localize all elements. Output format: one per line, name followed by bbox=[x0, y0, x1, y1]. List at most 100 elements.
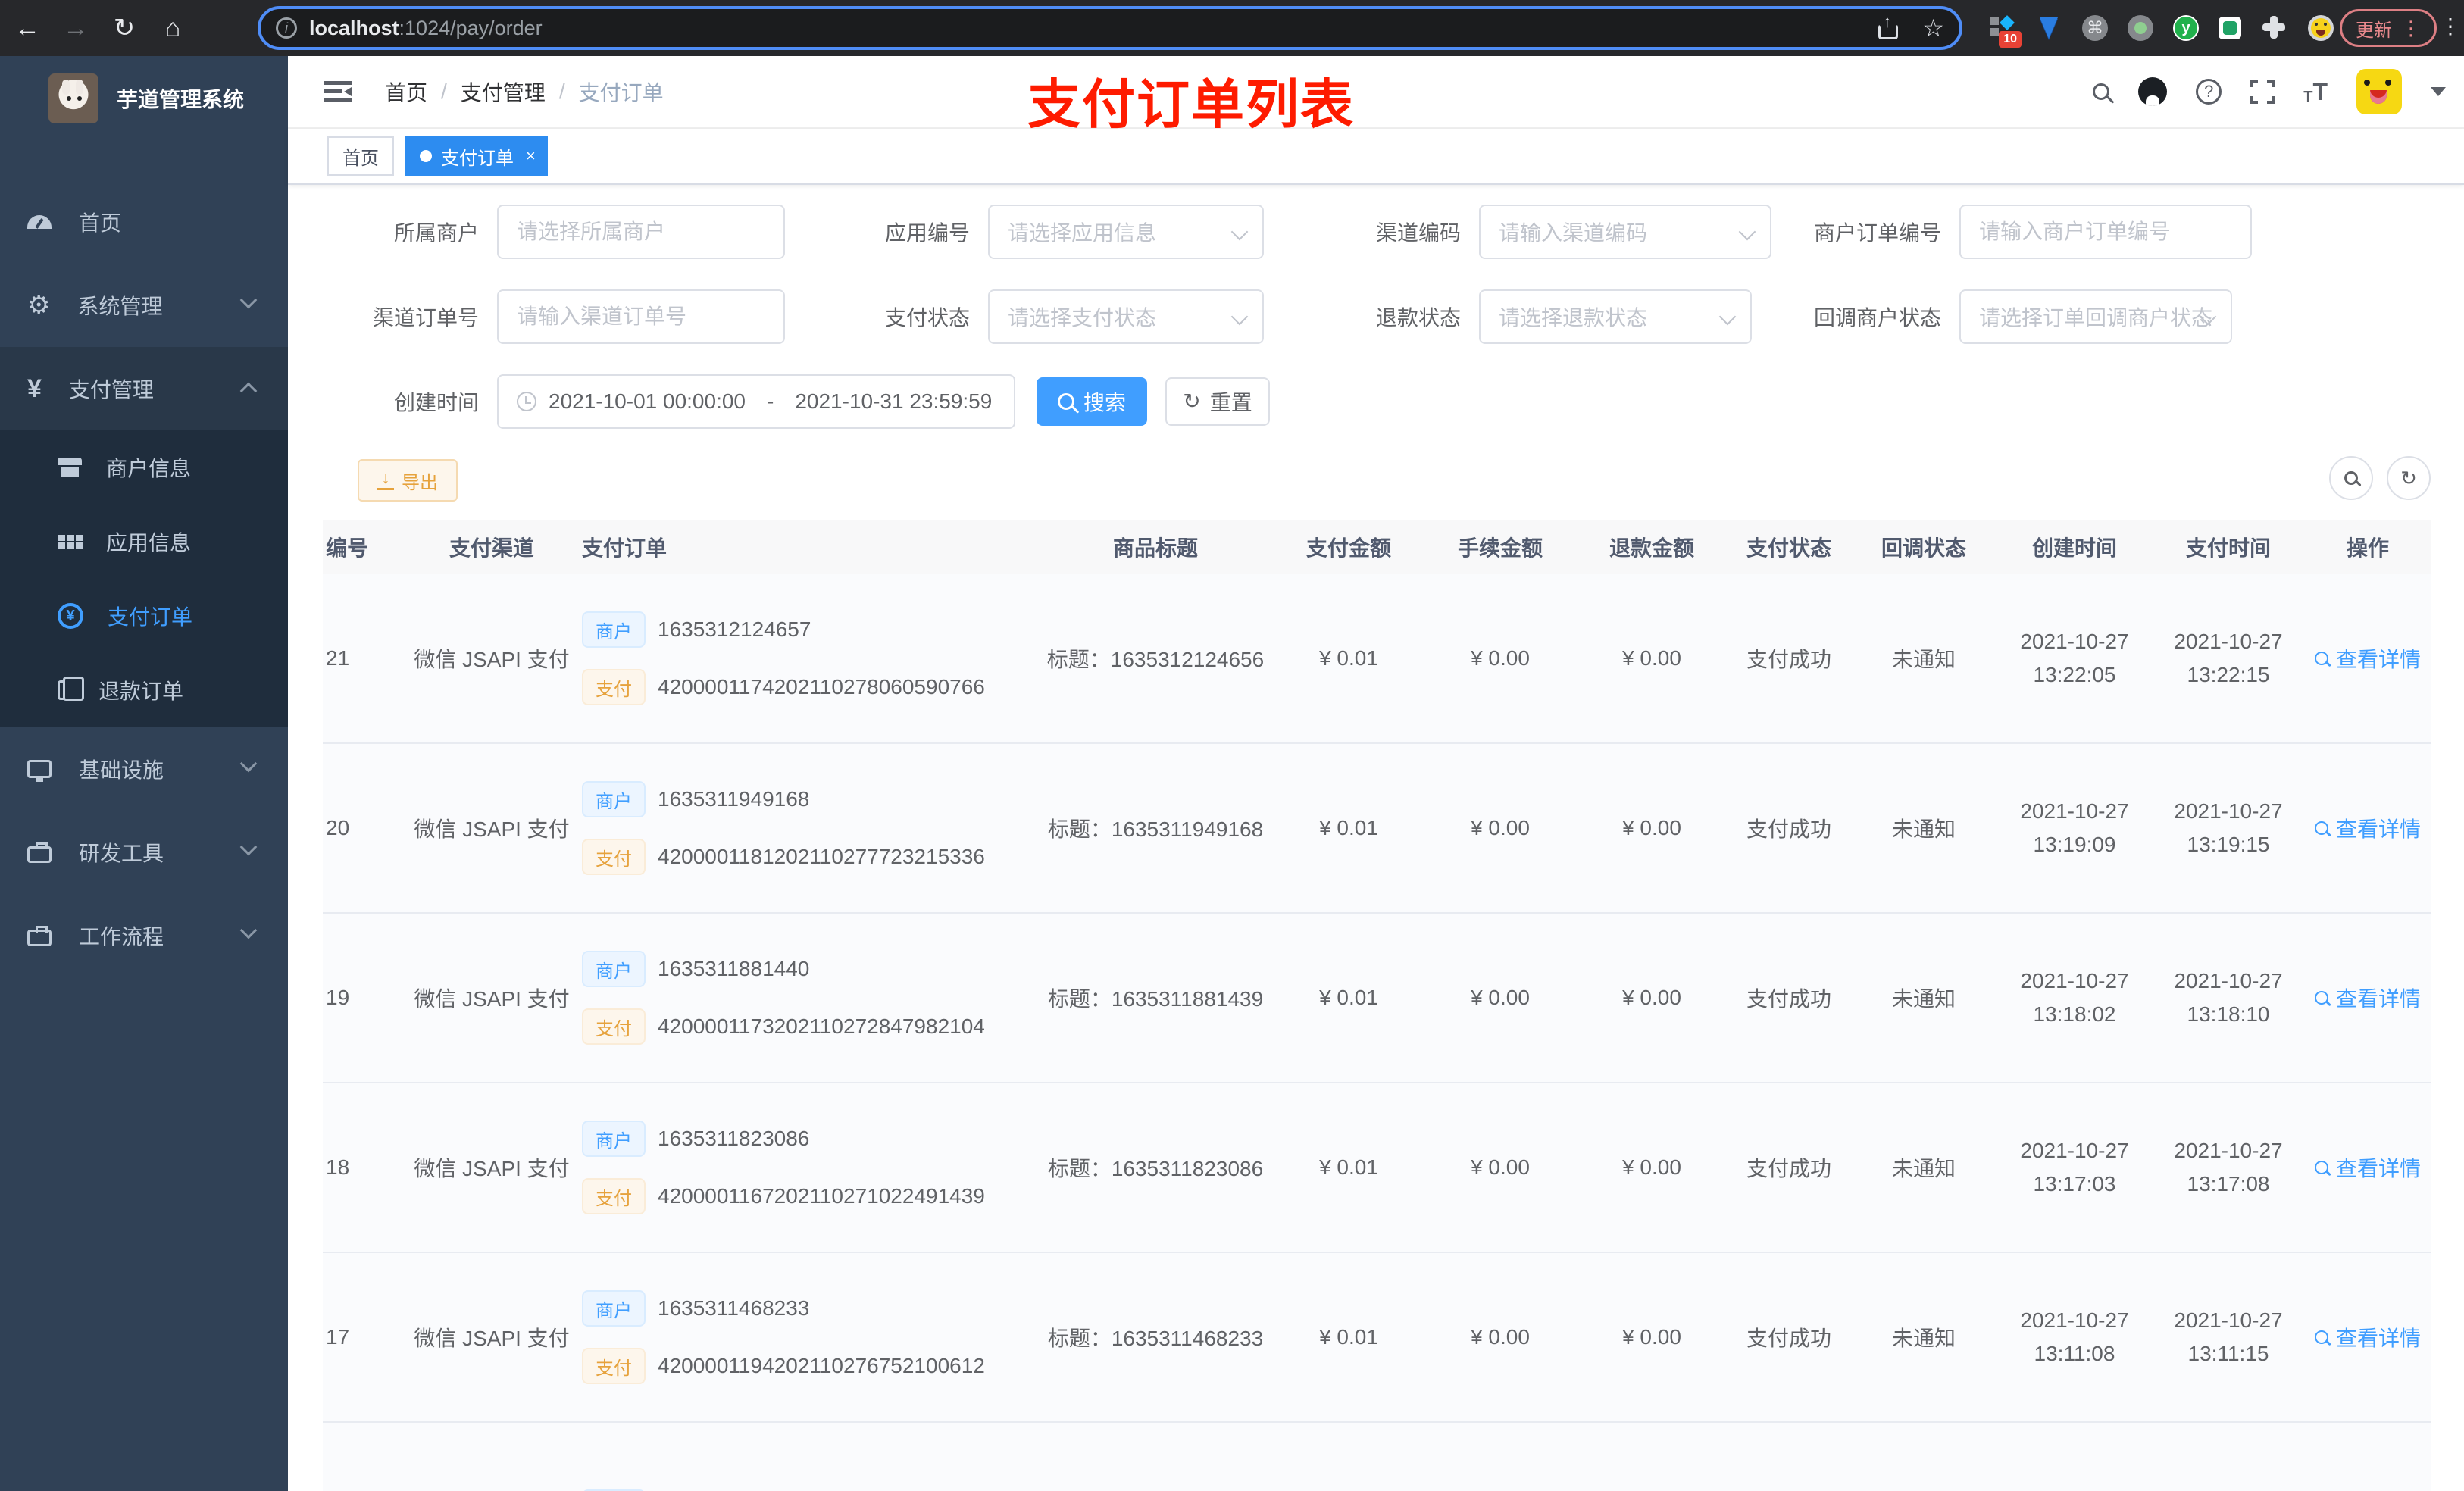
channel-order-no-filter-input[interactable] bbox=[497, 289, 785, 344]
avatar-caret-icon[interactable] bbox=[2431, 87, 2446, 96]
col-fee: 手续金额 bbox=[1457, 536, 1543, 560]
tab-home[interactable]: 首页 bbox=[327, 136, 394, 176]
search-icon[interactable] bbox=[2093, 83, 2110, 100]
tags-view-bar: 首页 支付订单 × bbox=[288, 129, 2464, 185]
cell-action: 查看详情 bbox=[2305, 983, 2431, 1013]
app-logo-bar: 芋道管理系统 bbox=[0, 56, 288, 141]
merchant-order-no-filter-input[interactable] bbox=[1959, 205, 2252, 259]
cell-fee: ¥ 0.00 bbox=[1471, 986, 1530, 1009]
cell-id: 20 bbox=[326, 816, 350, 839]
channel-code-filter-label: 渠道编码 bbox=[1375, 221, 1461, 245]
cell-notify-status: 未通知 bbox=[1891, 987, 1956, 1011]
sidebar-collapse-icon[interactable] bbox=[324, 81, 352, 102]
extension-icon-y[interactable]: y bbox=[2173, 15, 2199, 41]
table-row: 18 微信 JSAPI 支付 商户 1635311823086 支付 4200001… bbox=[323, 1083, 2431, 1253]
cell-amount: ¥ 0.01 bbox=[1319, 646, 1378, 670]
merchant-filter-input[interactable] bbox=[497, 205, 785, 259]
sidebar-item-refund-order[interactable]: 退款订单 bbox=[0, 653, 288, 727]
profile-emoji-icon[interactable] bbox=[2308, 15, 2334, 41]
browser-reload-button[interactable]: ↻ bbox=[103, 7, 145, 49]
col-pay-order: 支付订单 bbox=[582, 536, 668, 560]
view-details-link[interactable]: 查看详情 bbox=[2314, 1322, 2421, 1352]
notify-status-filter-select[interactable]: 请选择订单回调商户状态 bbox=[1959, 289, 2232, 344]
sidebar-item-workflow[interactable]: 工作流程 bbox=[0, 894, 288, 977]
cell-title: 标题：1635311468233 bbox=[1047, 1327, 1264, 1350]
export-button[interactable]: ↓ 导出 bbox=[358, 459, 458, 502]
sidebar-item-app-info[interactable]: 应用信息 bbox=[0, 505, 288, 579]
font-size-icon[interactable]: TT bbox=[2303, 78, 2328, 106]
create-time-filter-label: 创建时间 bbox=[393, 391, 479, 414]
avatar[interactable] bbox=[2356, 69, 2402, 114]
browser-update-button[interactable]: 更新 ⋮ bbox=[2340, 9, 2437, 47]
extensions-puzzle-icon[interactable] bbox=[2261, 14, 2288, 42]
extension-icon-badge[interactable]: 10 bbox=[1988, 14, 2022, 48]
pay-tag: 支付 bbox=[582, 1178, 646, 1214]
app-filter-select[interactable]: 请选择应用信息 bbox=[988, 205, 1264, 259]
date-range-picker[interactable]: 2021-10-01 00:00:00 - 2021-10-31 23:59:5… bbox=[497, 374, 1015, 429]
address-bar[interactable]: i localhost:1024/pay/order ↑ ☆ bbox=[258, 6, 1962, 50]
sidebar-item-payment[interactable]: ¥ 支付管理 bbox=[0, 347, 288, 430]
download-icon: ↓ bbox=[377, 470, 394, 490]
cell-channel: 微信 JSAPI 支付 bbox=[414, 987, 570, 1011]
sidebar-item-dev-tools[interactable]: 研发工具 bbox=[0, 811, 288, 894]
breadcrumb-home[interactable]: 首页 bbox=[385, 77, 427, 107]
col-channel: 支付渠道 bbox=[449, 536, 534, 560]
share-icon[interactable]: ↑ bbox=[1878, 14, 1899, 39]
payment-submenu: 商户信息 应用信息 ¥ 支付订单 退款订单 bbox=[0, 430, 288, 727]
extension-icon-chat[interactable] bbox=[2219, 17, 2241, 39]
browser-home-button[interactable]: ⌂ bbox=[152, 7, 194, 49]
close-icon[interactable]: × bbox=[526, 146, 536, 166]
sidebar-item-pay-order[interactable]: ¥ 支付订单 bbox=[0, 579, 288, 653]
extension-icon-kite[interactable] bbox=[2035, 14, 2062, 42]
cell-title: 标题：1635311823086 bbox=[1047, 1157, 1264, 1180]
cell-pay-order: 商户 1635311949168 支付 4200001181202110277723… bbox=[582, 781, 1038, 875]
view-details-link[interactable]: 查看详情 bbox=[2314, 1152, 2421, 1183]
github-icon[interactable] bbox=[2138, 77, 2168, 106]
breadcrumb-payment[interactable]: 支付管理 bbox=[461, 77, 546, 107]
reset-button[interactable]: ↻ 重置 bbox=[1165, 377, 1270, 426]
channel-code-filter-select[interactable]: 请输入渠道编码 bbox=[1479, 205, 1771, 259]
channel-order-no-filter-label: 渠道订单号 bbox=[372, 306, 479, 330]
sidebar-item-merchant-info[interactable]: 商户信息 bbox=[0, 430, 288, 505]
bookmark-star-icon[interactable]: ☆ bbox=[1922, 16, 1944, 40]
view-details-link[interactable]: 查看详情 bbox=[2314, 643, 2421, 674]
sidebar-item-system[interactable]: ⚙ 系统管理 bbox=[0, 264, 288, 347]
cell-pay-time: 2021-10-27 13:18:10 bbox=[2174, 969, 2283, 1026]
site-info-icon[interactable]: i bbox=[276, 17, 297, 39]
cell-id: 19 bbox=[326, 986, 350, 1009]
chevron-down-icon bbox=[1230, 223, 1249, 241]
chevron-up-icon bbox=[239, 382, 258, 400]
cell-pay-time: 2021-10-27 13:17:08 bbox=[2174, 1139, 2283, 1196]
fullscreen-icon[interactable] bbox=[2250, 80, 2275, 104]
cell-id: 21 bbox=[326, 646, 350, 670]
browser-forward-button[interactable]: → bbox=[55, 7, 97, 49]
help-icon[interactable]: ? bbox=[2196, 79, 2222, 105]
tab-pay-order[interactable]: 支付订单 × bbox=[405, 136, 548, 176]
sidebar-item-infrastructure[interactable]: 基础设施 bbox=[0, 727, 288, 811]
extensions-zone: 10 ⌘ y bbox=[1988, 0, 2334, 56]
table-row: 19 微信 JSAPI 支付 商户 1635311881440 支付 4200001… bbox=[323, 914, 2431, 1083]
extension-icon-command[interactable]: ⌘ bbox=[2082, 15, 2108, 41]
view-details-link[interactable]: 查看详情 bbox=[2314, 983, 2421, 1013]
view-details-link[interactable]: 查看详情 bbox=[2314, 813, 2421, 843]
shop-icon bbox=[58, 458, 82, 477]
pay-status-filter-select[interactable]: 请选择支付状态 bbox=[988, 289, 1264, 344]
refresh-table-button[interactable]: ↻ bbox=[2387, 456, 2431, 500]
browser-back-button[interactable]: ← bbox=[6, 7, 48, 49]
cell-create-time: 2021-10-27 13:11:08 bbox=[2020, 1308, 2129, 1365]
table-row: 21 微信 JSAPI 支付 商户 1635312124657 支付 4200001… bbox=[323, 574, 2431, 744]
chevron-down-icon bbox=[1230, 308, 1249, 326]
sidebar-item-home[interactable]: 首页 bbox=[0, 180, 288, 264]
toggle-search-button[interactable] bbox=[2329, 456, 2373, 500]
yen-circle-icon: ¥ bbox=[58, 603, 83, 629]
refund-status-filter-select[interactable]: 请选择退款状态 bbox=[1479, 289, 1752, 344]
gear-icon: ⚙ bbox=[27, 291, 51, 320]
search-button[interactable]: 搜索 bbox=[1037, 377, 1147, 426]
cell-amount: ¥ 0.01 bbox=[1319, 1325, 1378, 1349]
refresh-icon: ↻ bbox=[1183, 389, 1201, 413]
window-menu-icon[interactable]: ⋮ bbox=[2440, 14, 2461, 39]
col-create-time: 创建时间 bbox=[2031, 536, 2117, 560]
extension-icon-dot[interactable] bbox=[2128, 15, 2153, 41]
cell-fee: ¥ 0.00 bbox=[1471, 1325, 1530, 1349]
cell-fee: ¥ 0.00 bbox=[1471, 816, 1530, 839]
